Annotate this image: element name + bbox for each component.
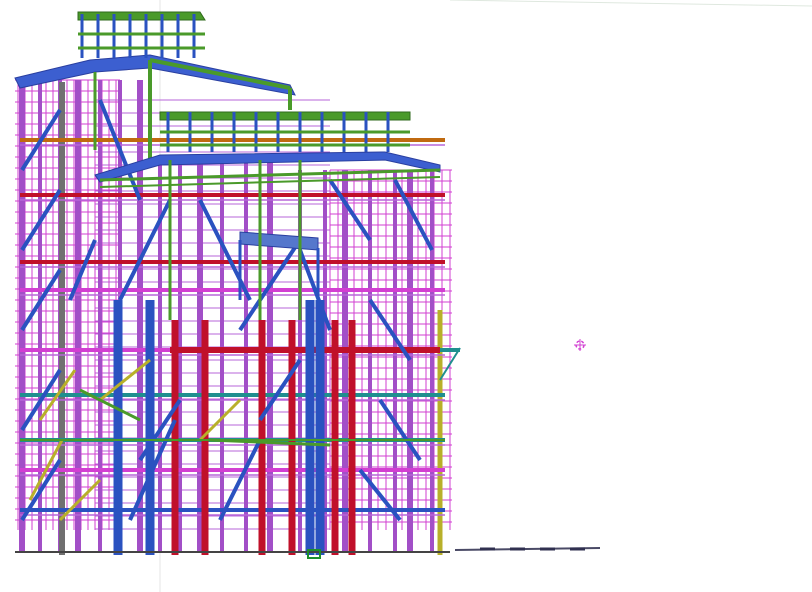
model-viewport[interactable] xyxy=(0,0,812,592)
diagonal-brace[interactable] xyxy=(328,178,372,242)
upper-roof[interactable] xyxy=(159,111,411,121)
crosshair-target-icon xyxy=(574,339,586,351)
diagonal-brace[interactable] xyxy=(198,199,252,301)
view-guide-line[interactable] xyxy=(449,0,812,7)
platform[interactable] xyxy=(239,231,319,251)
roof-rafter[interactable] xyxy=(149,58,291,90)
diagonal-brace[interactable] xyxy=(118,199,172,301)
structural-model[interactable] xyxy=(0,0,812,592)
